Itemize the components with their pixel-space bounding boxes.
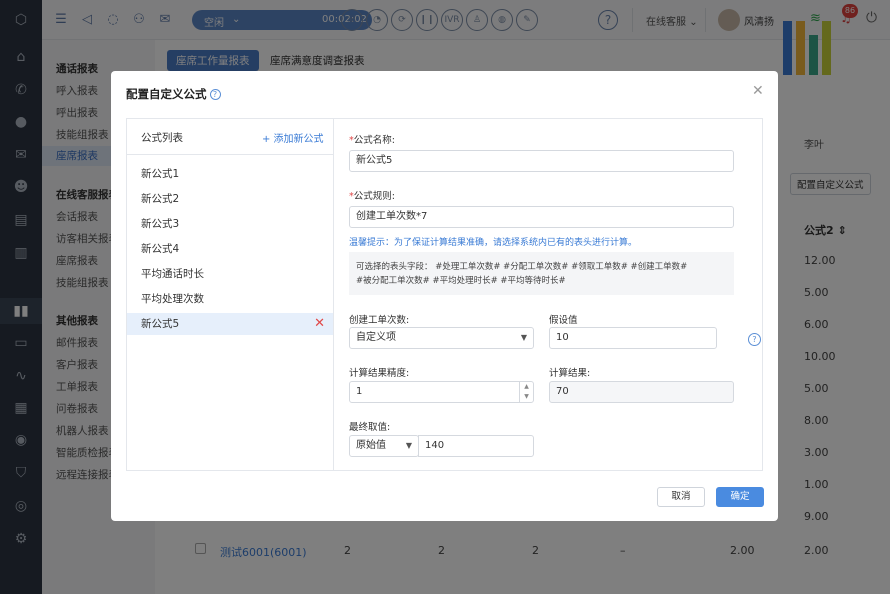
formula-list-title: 公式列表 — [141, 132, 183, 144]
help-icon[interactable]: ? — [209, 89, 221, 100]
formula-list-item[interactable]: 新公式2 — [127, 188, 333, 210]
result-value: 70 — [549, 381, 734, 403]
caret-down-icon: ▼ — [520, 333, 527, 342]
formula-name-input[interactable]: 新公式5 — [349, 150, 734, 172]
formula-list: 公式列表 + 添加新公式 新公式1 新公式2 新公式3 新公式4 平均通话时长 … — [127, 119, 334, 470]
caret-down-icon: ▼ — [405, 441, 412, 450]
available-fields-line: #被分配工单次数# #平均处理时长# #平均等待时长# — [356, 276, 566, 286]
assume-value-input[interactable]: 10 — [549, 327, 717, 349]
result-label: 计算结果: — [549, 368, 591, 379]
formula-list-item[interactable]: 新公式1 — [127, 163, 333, 185]
assume-value-label: 假设值 — [549, 315, 578, 326]
close-icon[interactable]: ✕ — [752, 83, 764, 99]
formula-config-dialog: 配置自定义公式? ✕ 公式列表 + 添加新公式 新公式1 新公式2 新公式3 新… — [111, 71, 778, 521]
help-icon[interactable]: ? — [748, 333, 761, 346]
stepper-arrows-icon[interactable]: ▲ ▼ — [519, 382, 533, 402]
formula-list-item[interactable]: 新公式3 — [127, 213, 333, 235]
formula-rule-label: *公式规则: — [349, 191, 395, 202]
variable-label: 创建工单次数: — [349, 315, 410, 326]
formula-list-header: 公式列表 + 添加新公式 — [127, 119, 333, 155]
final-value-input[interactable]: 140 — [418, 435, 534, 457]
dialog-title: 配置自定义公式? — [126, 86, 221, 102]
precision-label: 计算结果精度: — [349, 368, 410, 379]
final-value-label: 最终取值: — [349, 422, 391, 433]
available-fields: 可选择的表头字段： #处理工单次数# #分配工单次数# #领取工单数# #创建工… — [349, 252, 734, 295]
dialog-body: 公式列表 + 添加新公式 新公式1 新公式2 新公式3 新公式4 平均通话时长 … — [126, 118, 763, 471]
final-value-select[interactable]: 原始值 ▼ — [349, 435, 419, 457]
formula-name-label: *公式名称: — [349, 135, 395, 146]
formula-list-item[interactable]: 平均处理次数 — [127, 288, 333, 310]
delete-icon[interactable]: ✕ — [314, 313, 325, 335]
precision-stepper[interactable]: 1 ▲ ▼ — [349, 381, 534, 403]
variable-select[interactable]: 自定义项 ▼ — [349, 327, 534, 349]
formula-list-item[interactable]: 平均通话时长 — [127, 263, 333, 285]
add-formula-button[interactable]: + 添加新公式 — [262, 130, 324, 145]
cancel-button[interactable]: 取消 — [657, 487, 705, 507]
formula-list-item[interactable]: 新公式4 — [127, 238, 333, 260]
formula-list-item-selected[interactable]: 新公式5 ✕ — [127, 313, 333, 335]
confirm-button[interactable]: 确定 — [716, 487, 764, 507]
hint-text: 温馨提示：为了保证计算结果准确，请选择系统内已有的表头进行计算。 — [349, 238, 638, 248]
available-fields-line: 可选择的表头字段： #处理工单次数# #分配工单次数# #领取工单数# #创建工… — [356, 262, 688, 272]
formula-rule-input[interactable]: 创建工单次数*7 — [349, 206, 734, 228]
